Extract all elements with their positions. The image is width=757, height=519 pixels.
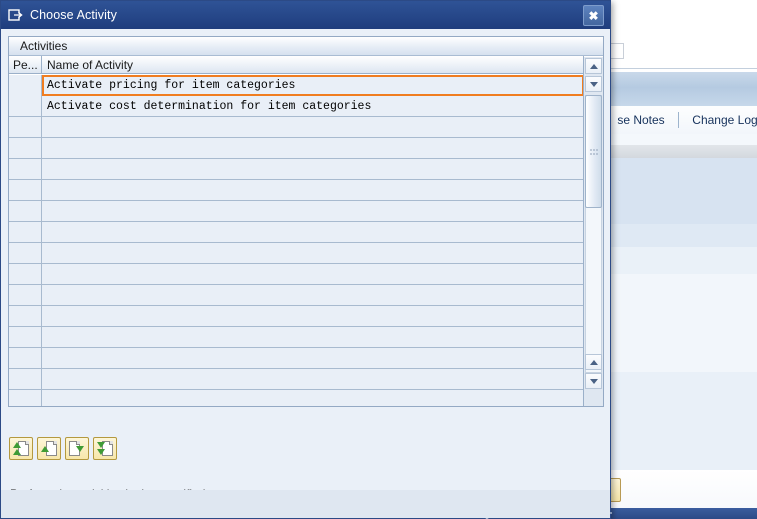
background-input-stub[interactable] (610, 43, 624, 59)
cell-activity-name: Activate pricing for item categories (42, 75, 584, 96)
scroll-down-icon[interactable] (585, 76, 602, 92)
choose-activity-dialog: Choose Activity ✖ Activities Pe... Name … (0, 0, 612, 519)
cell-performed (9, 138, 42, 158)
cell-activity-name (42, 180, 584, 200)
cell-activity-name (42, 327, 584, 347)
dialog-body: Activities Pe... Name of Activity Activa… (1, 29, 612, 519)
page-down-icon[interactable] (585, 373, 602, 389)
table-row[interactable]: Activate cost determination for item cat… (9, 96, 584, 117)
column-header-performed[interactable]: Pe... (9, 56, 42, 73)
cell-activity-name: Activate cost determination for item cat… (47, 99, 372, 113)
table-row[interactable] (9, 264, 584, 285)
activities-table-panel: Activities Pe... Name of Activity Activa… (8, 36, 604, 407)
table-header-row: Pe... Name of Activity (9, 56, 603, 74)
cell-activity-name (42, 117, 584, 137)
cell-activity-name (42, 264, 584, 284)
table-row[interactable] (9, 369, 584, 390)
cell-performed (9, 264, 42, 284)
cell-performed (9, 306, 42, 326)
cell-performed (9, 180, 42, 200)
activities-rows-viewport: Activate pricing for item categories Acti… (9, 75, 584, 406)
table-row[interactable] (9, 138, 584, 159)
cell-performed (9, 159, 42, 179)
close-icon[interactable]: ✖ (583, 5, 604, 26)
table-row[interactable] (9, 117, 584, 138)
next-page-icon (76, 442, 85, 457)
tab-separator (678, 112, 679, 128)
scrollbar-thumb[interactable] (585, 95, 602, 208)
cell-performed (9, 201, 42, 221)
table-row[interactable] (9, 159, 584, 180)
tab-change-log[interactable]: Change Log (686, 106, 757, 134)
previous-page-icon (41, 442, 50, 457)
cell-performed (9, 96, 42, 116)
column-header-performed-label: Pe... (13, 57, 38, 72)
page-down-glyph (589, 378, 598, 384)
first-page-icon (13, 442, 22, 457)
table-row[interactable] (9, 222, 584, 243)
table-row[interactable]: Activate pricing for item categories (9, 75, 584, 96)
table-row[interactable] (9, 348, 584, 369)
background-divider-1 (608, 68, 757, 69)
cell-performed (9, 369, 42, 389)
tab-change-log-label: Change Log (692, 113, 757, 127)
last-page-icon (97, 442, 106, 457)
cell-activity-name (42, 159, 584, 179)
cell-activity-name (42, 222, 584, 242)
close-glyph: ✖ (588, 8, 599, 23)
cell-performed (9, 327, 42, 347)
scroll-up-icon[interactable] (585, 58, 602, 74)
previous-activity-button[interactable] (37, 437, 61, 460)
table-row[interactable] (9, 327, 584, 348)
cell-performed (9, 243, 42, 263)
scroll-up-glyph (589, 63, 598, 69)
column-header-name[interactable]: Name of Activity (43, 56, 572, 73)
table-scrollbar[interactable] (583, 57, 603, 406)
dialog-window-icon (8, 8, 24, 22)
panel-caption-label: Activities (20, 39, 68, 53)
cell-activity-name (42, 243, 584, 263)
column-header-name-label: Name of Activity (47, 57, 134, 72)
dialog-titlebar: Choose Activity ✖ (1, 1, 610, 29)
cell-performed (9, 75, 42, 96)
cell-activity-name (42, 369, 584, 389)
screen: se Notes Change Log Choose Activity ✖ Ac… (0, 0, 757, 519)
cell-activity-name (42, 201, 584, 221)
scrollbar-grip (589, 148, 598, 155)
last-activity-button[interactable] (93, 437, 117, 460)
panel-caption: Activities (9, 37, 603, 56)
cell-performed (9, 285, 42, 305)
next-activity-button[interactable] (65, 437, 89, 460)
cell-activity-name (42, 348, 584, 368)
scroll-down-glyph (589, 81, 598, 87)
first-activity-button[interactable] (9, 437, 33, 460)
dialog-footer (1, 490, 610, 518)
page-up-glyph (589, 359, 598, 365)
activity-nav-toolbar (9, 437, 117, 460)
cell-performed (9, 222, 42, 242)
cell-activity-name (42, 138, 584, 158)
cell-activity-name (42, 285, 584, 305)
cell-performed (9, 390, 42, 406)
tab-release-notes-label: se Notes (617, 113, 665, 127)
cell-activity-name (42, 306, 584, 326)
table-row[interactable] (9, 180, 584, 201)
table-row[interactable] (9, 390, 584, 406)
table-row[interactable] (9, 306, 584, 327)
cell-performed (9, 348, 42, 368)
table-row[interactable] (9, 201, 584, 222)
cell-performed (9, 117, 42, 137)
tab-release-notes[interactable]: se Notes (605, 106, 677, 134)
cell-activity-name (42, 390, 584, 406)
table-row[interactable] (9, 285, 584, 306)
page-up-icon[interactable] (585, 354, 602, 370)
dialog-title: Choose Activity (30, 8, 117, 22)
table-row[interactable] (9, 243, 584, 264)
